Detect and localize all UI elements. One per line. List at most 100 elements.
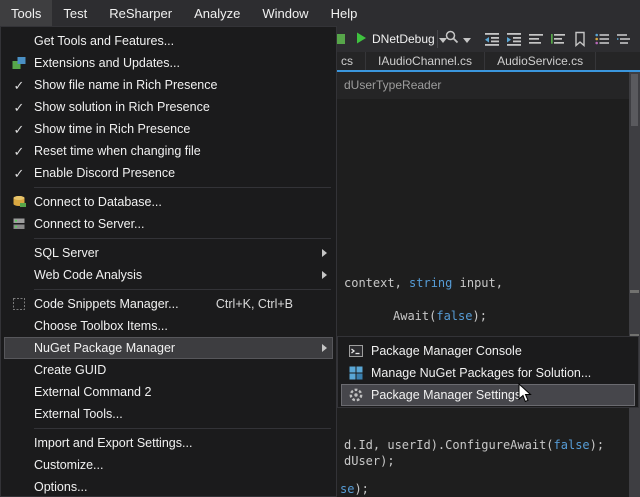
member-list-icon[interactable] [594,31,610,47]
menu-item-label: External Command 2 [34,385,315,399]
indent-decrease-icon[interactable] [484,31,500,47]
tab-cs[interactable]: cs [338,52,366,70]
menubar-item-help[interactable]: Help [320,0,369,26]
menu-item-web-code-analysis[interactable]: Web Code Analysis [4,264,333,286]
menu-item-label: Create GUID [34,363,315,377]
submenu-arrow-icon [315,249,333,257]
tab-iaudiochannel-cs[interactable]: IAudioChannel.cs [366,52,485,70]
call-hierarchy-icon[interactable] [616,31,632,47]
menu-item-code-snippets-manager[interactable]: Code Snippets Manager...Ctrl+K, Ctrl+B [4,293,333,315]
menubar: ToolsTestReSharperAnalyzeWindowHelp [0,0,640,26]
menu-item-label: SQL Server [34,246,315,260]
menu-item-label: Choose Toolbox Items... [34,319,315,333]
menubar-item-resharper[interactable]: ReSharper [98,0,183,26]
menubar-item-test[interactable]: Test [52,0,98,26]
vertical-scrollbar[interactable] [629,72,640,497]
menu-item-connect-to-database[interactable]: Connect to Database... [4,191,333,213]
bookmark-icon[interactable] [572,31,588,47]
menu-item-label: Web Code Analysis [34,268,315,282]
menubar-item-analyze[interactable]: Analyze [183,0,251,26]
checkmark-icon: ✓ [4,167,34,180]
menu-item-label: Show file name in Rich Presence [34,78,315,92]
menu-item-show-time-in-rich-presence[interactable]: ✓Show time in Rich Presence [4,118,333,140]
packages-icon [341,365,371,381]
menu-item-label: Reset time when changing file [34,144,315,158]
menu-item-connect-to-server[interactable]: Connect to Server... [4,213,333,235]
extensions-icon [4,55,34,71]
menu-separator [34,428,331,429]
menubar-item-window[interactable]: Window [251,0,319,26]
menu-item-customize[interactable]: Customize... [4,454,333,476]
database-icon [4,194,34,210]
menu-item-label: Customize... [34,458,315,472]
checkmark-icon: ✓ [4,123,34,136]
start-debugging-button[interactable]: DNetDebug [354,26,447,52]
menu-item-reset-time-when-changing-file[interactable]: ✓Reset time when changing file [4,140,333,162]
menu-item-create-guid[interactable]: Create GUID [4,359,333,381]
snippets-icon [4,296,34,312]
menu-item-label: Enable Discord Presence [34,166,315,180]
server-icon [4,216,34,232]
menu-item-label: Options... [34,480,315,494]
menu-separator [34,289,331,290]
navigate-to-button[interactable] [444,26,471,52]
chevron-down-icon [463,30,471,48]
menu-item-get-tools-and-features[interactable]: Get Tools and Features... [4,30,333,52]
comment-lines-icon[interactable] [528,31,544,47]
tab-audioservice-cs[interactable]: AudioService.cs [485,52,596,70]
checkmark-icon: ✓ [4,79,34,92]
menu-item-choose-toolbox-items[interactable]: Choose Toolbox Items... [4,315,333,337]
tab-label: cs [341,54,353,68]
menu-item-label: Get Tools and Features... [34,34,315,48]
menu-item-sql-server[interactable]: SQL Server [4,242,333,264]
menu-item-import-and-export-settings[interactable]: Import and Export Settings... [4,432,333,454]
submenu-arrow-icon [315,344,333,352]
menu-item-label: Connect to Database... [34,195,315,209]
menu-item-enable-discord-presence[interactable]: ✓Enable Discord Presence [4,162,333,184]
mouse-cursor [518,383,534,405]
submenu-item-manage-nuget-packages-for-solution[interactable]: Manage NuGet Packages for Solution... [341,362,635,384]
uncomment-lines-icon[interactable] [550,31,566,47]
visual-studio-window: ToolsTestReSharperAnalyzeWindowHelp DNet… [0,0,640,497]
console-icon [341,343,371,359]
menu-item-label: Extensions and Updates... [34,56,315,70]
menu-item-external-command-2[interactable]: External Command 2 [4,381,333,403]
menu-item-show-file-name-in-rich-presence[interactable]: ✓Show file name in Rich Presence [4,74,333,96]
menu-item-label: Import and Export Settings... [34,436,315,450]
tab-label: AudioService.cs [497,54,583,68]
submenu-item-package-manager-console[interactable]: Package Manager Console [341,340,635,362]
submenu-item-package-manager-settings[interactable]: Package Manager Settings [341,384,635,406]
tools-menu: Get Tools and Features... Extensions and … [0,26,337,497]
play-icon [354,31,368,48]
toolbar-separator [437,30,438,48]
nuget-package-manager-submenu: Package Manager Console Manage NuGet Pack… [337,336,639,408]
scrollbar-thumb[interactable] [631,74,638,126]
scrollbar-mark [630,290,639,293]
submenu-arrow-icon [315,271,333,279]
menu-item-label: NuGet Package Manager [34,341,315,355]
editor-toolbar-icons [484,31,632,47]
indent-increase-icon[interactable] [506,31,522,47]
checkmark-icon: ✓ [4,145,34,158]
menubar-item-tools[interactable]: Tools [0,0,52,26]
menu-item-label: Package Manager Settings [371,388,617,402]
checkmark-icon: ✓ [4,101,34,114]
menu-separator [34,238,331,239]
menu-item-label: Show solution in Rich Presence [34,100,315,114]
search-icon [444,29,460,50]
menu-item-options[interactable]: Options... [4,476,333,497]
menu-item-nuget-package-manager[interactable]: NuGet Package Manager [4,337,333,359]
menu-item-external-tools[interactable]: External Tools... [4,403,333,425]
gear-icon [341,387,371,403]
menu-item-label: Package Manager Console [371,344,617,358]
menu-item-label: Connect to Server... [34,217,315,231]
menu-item-extensions-and-updates[interactable]: Extensions and Updates... [4,52,333,74]
menu-item-label: Show time in Rich Presence [34,122,315,136]
navbar-member-dropdown[interactable]: dUserTypeReader [344,78,441,92]
menu-item-label: External Tools... [34,407,315,421]
menu-item-shortcut: Ctrl+K, Ctrl+B [216,297,293,311]
tab-label: IAudioChannel.cs [378,54,472,68]
run-target-label: DNetDebug [372,32,435,46]
menu-item-show-solution-in-rich-presence[interactable]: ✓Show solution in Rich Presence [4,96,333,118]
menu-item-label: Manage NuGet Packages for Solution... [371,366,617,380]
